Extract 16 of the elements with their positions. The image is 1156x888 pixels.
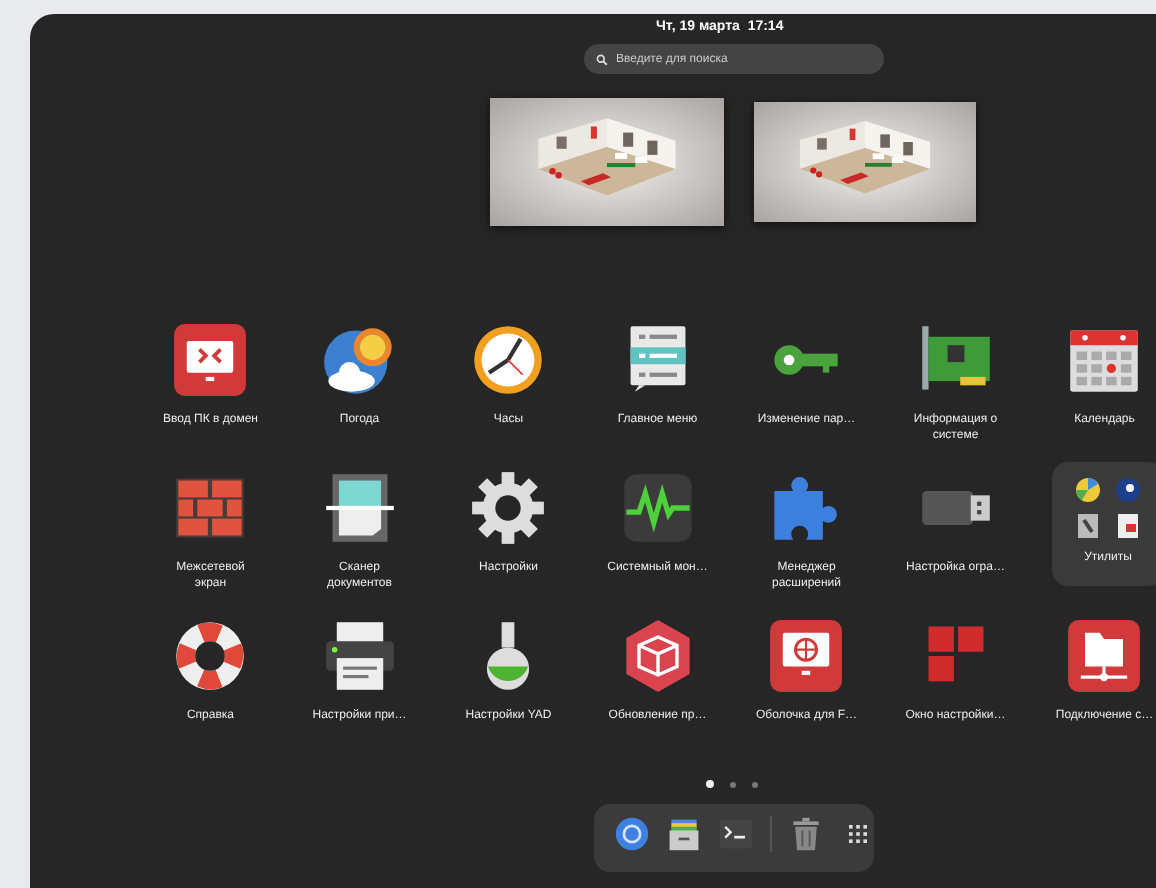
scanner-icon <box>321 470 398 546</box>
browser-icon[interactable] <box>614 816 650 852</box>
settings-icon <box>470 470 547 546</box>
trash-icon[interactable] <box>788 816 824 852</box>
printer-icon <box>321 618 398 694</box>
globe-monitor-icon <box>768 618 845 694</box>
drawer-icon[interactable] <box>666 816 702 852</box>
clock-icon <box>470 322 547 398</box>
lifebuoy-icon <box>172 618 249 694</box>
page-indicator[interactable] <box>706 780 714 788</box>
sun-cloud-icon <box>321 322 398 398</box>
search-icon <box>596 53 608 65</box>
network-folder-icon <box>1066 618 1143 694</box>
terminal-icon[interactable] <box>718 816 754 852</box>
pulse-monitor-icon <box>619 470 696 546</box>
monitor-arrows-icon <box>172 322 249 398</box>
